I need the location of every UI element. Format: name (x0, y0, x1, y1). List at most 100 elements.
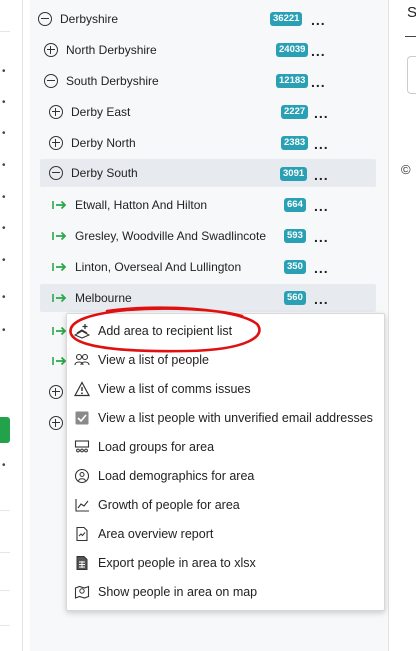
tree-item-label: Derby North (71, 136, 136, 150)
tree-item-label: South Derbyshire (66, 74, 159, 88)
menu-item-label: Add area to recipient list (98, 323, 233, 338)
menu-item-overview-report[interactable]: Area overview report (67, 519, 384, 548)
context-menu: Add area to recipient list View a list o… (66, 313, 385, 611)
count-badge: 664 (284, 198, 306, 212)
menu-item-load-demographics[interactable]: Load demographics for area (67, 461, 384, 490)
menu-item-label: Load demographics for area (98, 468, 255, 483)
menu-item-load-groups[interactable]: Load groups for area (67, 432, 384, 461)
count-badge: 24039 (276, 43, 309, 57)
green-action-button[interactable] (0, 417, 10, 443)
copyright-text: © (401, 162, 411, 177)
more-icon[interactable]: • (2, 192, 7, 203)
expand-icon[interactable] (49, 105, 63, 119)
collapse-icon[interactable] (49, 166, 63, 180)
count-badge: 560 (284, 291, 306, 305)
menu-item-label: View a list people with unverified email… (98, 410, 373, 425)
more-options-icon[interactable]: ... (314, 106, 329, 120)
tree-item-label: Etwall, Hatton And Hilton (75, 198, 208, 212)
menu-item-add-to-recipients[interactable]: Add area to recipient list (67, 316, 384, 345)
menu-item-unverified-emails[interactable]: View a list people with unverified email… (67, 403, 384, 432)
divider (0, 590, 10, 591)
go-to-area-icon[interactable] (52, 291, 68, 305)
menu-item-comms-issues[interactable]: View a list of comms issues (67, 374, 384, 403)
tree-item-label: North Derbyshire (66, 43, 157, 57)
count-badge: 12183 (276, 74, 309, 88)
count-badge: 3091 (280, 167, 308, 181)
expand-icon[interactable] (49, 136, 63, 150)
more-icon[interactable]: • (2, 160, 7, 171)
divider (0, 552, 10, 553)
collapse-icon[interactable] (38, 12, 52, 26)
menu-item-label: Show people in area on map (98, 584, 258, 599)
warning-icon (74, 380, 90, 396)
more-options-icon[interactable]: ... (314, 261, 329, 275)
more-options-icon[interactable]: ... (314, 199, 329, 213)
more-options-icon[interactable]: ... (311, 44, 326, 58)
tree-item-label: Linton, Overseal And Lullington (75, 260, 242, 274)
add-recipients-icon (74, 323, 90, 339)
go-to-area-icon[interactable] (52, 260, 68, 274)
tree-item-label: Melbourne (75, 291, 132, 305)
expand-icon[interactable] (44, 43, 58, 57)
count-badge: 36221 (270, 12, 303, 26)
more-icon[interactable]: • (2, 292, 7, 303)
menu-item-show-on-map[interactable]: Show people in area on map (67, 577, 384, 606)
tree-item-label: Gresley, Woodville And Swadlincote (75, 229, 266, 243)
divider (0, 625, 10, 626)
more-options-icon[interactable]: ... (311, 75, 326, 89)
menu-item-label: Export people in area to xlsx (98, 555, 256, 570)
divider (405, 36, 416, 37)
count-badge: 350 (284, 260, 306, 274)
spreadsheet-icon (76, 555, 88, 570)
divider (0, 31, 10, 32)
checkbox-icon (75, 411, 89, 424)
menu-item-label: Growth of people for area (98, 497, 240, 512)
menu-item-growth[interactable]: Growth of people for area (67, 490, 384, 519)
menu-item-label: Area overview report (98, 526, 214, 541)
tree-item-north-derbyshire[interactable]: North Derbyshire (44, 36, 378, 64)
growth-chart-icon (75, 498, 89, 512)
expand-icon[interactable] (49, 385, 63, 399)
menu-item-view-people[interactable]: View a list of people (67, 345, 384, 374)
tree-item-label: Derbyshire (60, 12, 119, 26)
tree-item-etwall[interactable]: Etwall, Hatton And Hilton (52, 191, 378, 219)
people-icon (74, 353, 90, 365)
count-badge: 593 (284, 229, 306, 243)
more-options-icon[interactable]: ... (314, 137, 329, 151)
more-options-icon[interactable]: ... (314, 292, 329, 306)
left-panel: • • • • • • • • • • (0, 0, 23, 651)
map-icon (74, 585, 90, 599)
tree-item-label: Derby South (71, 166, 138, 180)
divider (0, 510, 10, 511)
panel-heading: S (407, 4, 416, 21)
more-icon[interactable]: • (2, 460, 7, 471)
expand-icon[interactable] (49, 416, 63, 430)
go-to-area-icon[interactable] (52, 198, 68, 212)
tree-item-label: Derby East (71, 105, 131, 119)
input-field[interactable] (407, 56, 416, 94)
more-icon[interactable]: • (2, 66, 7, 77)
more-icon[interactable]: • (2, 325, 7, 336)
more-options-icon[interactable]: ... (314, 168, 329, 182)
demographics-icon (74, 468, 90, 483)
more-icon[interactable]: • (2, 97, 7, 108)
report-icon (76, 526, 88, 541)
more-icon[interactable]: • (2, 255, 7, 266)
menu-item-export-xlsx[interactable]: Export people in area to xlsx (67, 548, 384, 577)
more-options-icon[interactable]: ... (314, 230, 329, 244)
go-to-area-icon[interactable] (52, 229, 68, 243)
count-badge: 2383 (281, 136, 309, 150)
tree-item-gresley[interactable]: Gresley, Woodville And Swadlincote (52, 222, 378, 250)
count-badge: 2227 (281, 105, 309, 119)
menu-item-label: View a list of people (98, 352, 209, 367)
tree-item-linton[interactable]: Linton, Overseal And Lullington (52, 253, 378, 281)
more-icon[interactable]: • (2, 223, 7, 234)
more-options-icon[interactable]: ... (311, 13, 326, 27)
right-panel: S © (395, 0, 416, 651)
tree-item-south-derbyshire[interactable]: South Derbyshire (44, 67, 378, 95)
collapse-icon[interactable] (44, 74, 58, 88)
menu-item-label: View a list of comms issues (98, 381, 251, 396)
groups-icon (74, 439, 90, 452)
more-icon[interactable]: • (2, 128, 7, 139)
tree-item-derbyshire[interactable]: Derbyshire (38, 5, 378, 33)
